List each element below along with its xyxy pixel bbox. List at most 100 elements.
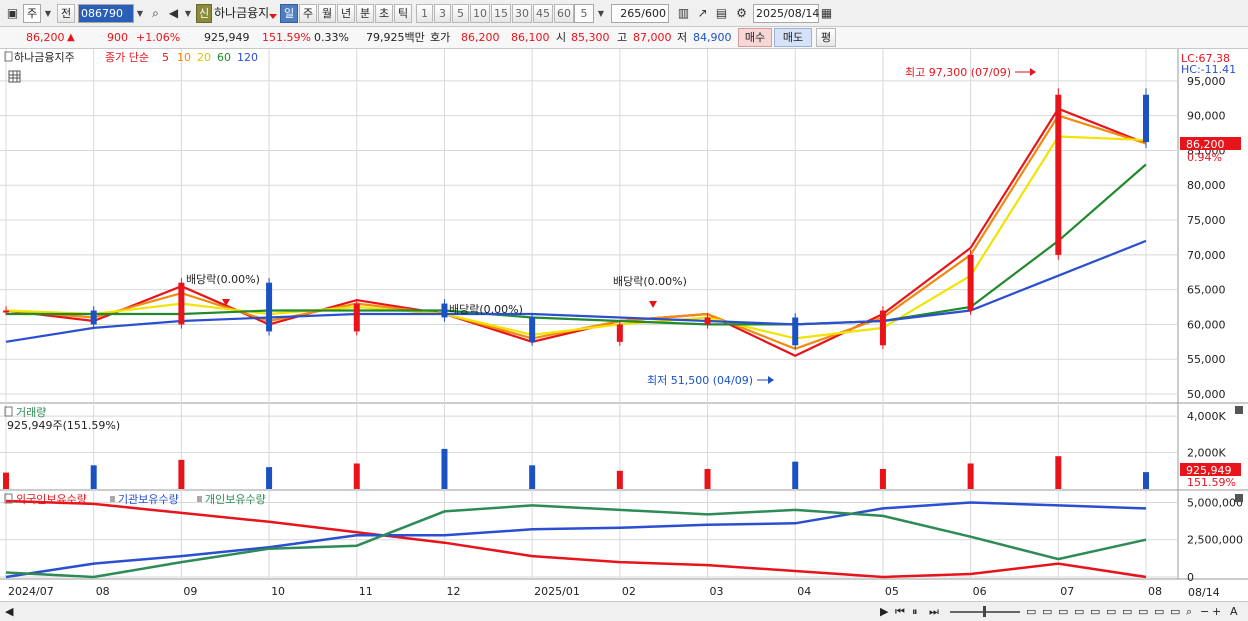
search-icon[interactable]: ⌕ [147, 5, 164, 22]
y-tick-label: 0 [1187, 571, 1194, 584]
layout-icon[interactable]: ▭ [1170, 605, 1180, 619]
panel-close-icon[interactable] [1235, 494, 1243, 502]
interval-5-button[interactable]: 5 [452, 4, 469, 23]
stock-code-input[interactable]: 086790 [78, 4, 134, 23]
interval-input[interactable]: 5 [574, 4, 594, 23]
price-panel-title[interactable]: 하나금융지주 [14, 50, 75, 64]
volume-bar [441, 448, 448, 489]
table-icon[interactable] [8, 70, 21, 83]
layout-icon[interactable]: ▭ [1042, 605, 1052, 619]
chevron-down-icon[interactable]: ▼ [133, 4, 147, 23]
market-type-select[interactable]: 주 [23, 4, 41, 23]
high-price: 87,000 [633, 31, 672, 44]
current-price: 86,200 [26, 31, 65, 44]
layout-icon[interactable]: ▭ [1138, 605, 1148, 619]
chevron-down-icon[interactable]: ▼ [41, 4, 55, 23]
volume-current-pct: 151.59% [1187, 476, 1236, 489]
prev-stock-button[interactable]: 전 [57, 4, 75, 23]
x-tick-label: 08 [1148, 585, 1162, 598]
low-price: 84,900 [693, 31, 732, 44]
sell-button[interactable]: 매도 [774, 28, 812, 47]
calendar-icon[interactable]: ▦ [818, 5, 835, 22]
speaker-icon[interactable]: ◀ [165, 5, 182, 22]
period-tick-button[interactable]: 틱 [394, 4, 412, 23]
x-tick-label: 10 [271, 585, 285, 598]
candle-body [879, 310, 886, 346]
scroll-right-icon[interactable]: ▶ [880, 605, 888, 619]
stock-name: 하나금융지 [214, 6, 270, 20]
count-current: 265 [620, 7, 642, 20]
hc-value: HC:-11.41 [1181, 63, 1236, 76]
x-tick-label: 08 [96, 585, 110, 598]
legend-foreign[interactable]: 외국인보유수량 [16, 493, 87, 506]
candle-body [967, 254, 974, 311]
price-change-pct: +1.06% [136, 31, 181, 44]
candle-body [616, 324, 623, 342]
x-axis-right-label: 08/14 [1188, 586, 1220, 599]
date-input[interactable]: 2025/08/14 [753, 4, 819, 23]
chevron-down-icon[interactable]: ▼ [594, 4, 608, 23]
font-size-icon[interactable]: A [1230, 605, 1238, 619]
pause-icon[interactable]: ⏸ [912, 605, 918, 619]
volume-bar [353, 463, 360, 489]
zoom-search-icon[interactable]: ⌕ [1186, 605, 1192, 619]
eval-button[interactable]: 평 [816, 28, 836, 47]
layout-icon[interactable]: ▭ [1058, 605, 1068, 619]
save-icon[interactable]: ▤ [713, 5, 730, 22]
interval-30-button[interactable]: 30 [512, 4, 532, 23]
zoom-in-icon[interactable]: + [1212, 605, 1221, 619]
x-tick-label: 06 [973, 585, 987, 598]
y-tick-label: 5,000,000 [1187, 496, 1243, 509]
volume-ratio: 151.59% [262, 31, 311, 44]
y-tick-label: 50,000 [1187, 388, 1226, 401]
y-tick-label: 95,000 [1187, 75, 1226, 88]
y-tick-label: 80,000 [1187, 179, 1226, 192]
gear-icon[interactable]: ⚙ [733, 5, 750, 22]
interval-15-button[interactable]: 15 [491, 4, 511, 23]
period-month-button[interactable]: 월 [318, 4, 336, 23]
drawing-tool-icon[interactable]: ↗ [694, 5, 711, 22]
trade-amount: 79,925백만 [366, 31, 425, 44]
layout-icon[interactable]: ▭ [1074, 605, 1084, 619]
period-week-button[interactable]: 주 [299, 4, 317, 23]
layout-icon[interactable]: ▭ [1122, 605, 1132, 619]
high-label: 고 [617, 31, 628, 44]
y-tick-label: 90,000 [1187, 110, 1226, 123]
period-second-button[interactable]: 초 [375, 4, 393, 23]
x-tick-label: 05 [885, 585, 899, 598]
bid-label: 호가 [430, 31, 451, 44]
scroll-end-icon[interactable]: ⏭ [929, 605, 939, 619]
chevron-down-icon[interactable]: ▼ [181, 4, 195, 23]
chart-scrollbar[interactable]: ◀ ▶ ⏮ ⏸ ⏭ ▭ ▭ ▭ ▭ ▭ ▭ ▭ ▭ ▭ ▭ ⌕ − + A [0, 601, 1248, 621]
period-day-button[interactable]: 일 [280, 4, 298, 23]
zoom-slider-handle[interactable] [983, 606, 986, 617]
legend-individual[interactable]: 개인보유수량 [205, 493, 266, 506]
layout-icon[interactable]: ▭ [1090, 605, 1100, 619]
ma-legend-20: 20 [197, 51, 211, 64]
layout-icon[interactable]: ▭ [1106, 605, 1116, 619]
scroll-start-icon[interactable]: ⏮ [895, 605, 905, 619]
panel-close-icon[interactable] [1235, 406, 1243, 414]
scroll-left-icon[interactable]: ◀ [5, 605, 13, 619]
period-minute-button[interactable]: 분 [356, 4, 374, 23]
interval-60-button[interactable]: 60 [554, 4, 574, 23]
volume-bar [616, 470, 623, 489]
interval-10-button[interactable]: 10 [470, 4, 490, 23]
window-menu-icon[interactable]: ▣ [4, 5, 21, 22]
layout-icon[interactable]: ▭ [1154, 605, 1164, 619]
zoom-out-icon[interactable]: − [1200, 605, 1209, 619]
volume-panel-title[interactable]: 거래량 [16, 406, 46, 419]
candle-body [529, 317, 536, 342]
candle-body [1143, 94, 1149, 143]
turnover-rate: 0.33% [314, 31, 349, 44]
candle-type-icon[interactable]: ▥ [675, 5, 692, 22]
buy-button[interactable]: 매수 [738, 28, 772, 47]
interval-1-button[interactable]: 1 [416, 4, 433, 23]
period-year-button[interactable]: 년 [337, 4, 355, 23]
stock-chart[interactable]: 95,00090,00085,00080,00075,00070,00065,0… [0, 49, 1248, 601]
count-field[interactable]: 265/600 [611, 4, 669, 23]
legend-institution[interactable]: 기관보유수량 [118, 493, 179, 506]
layout-icon[interactable]: ▭ [1026, 605, 1036, 619]
interval-45-button[interactable]: 45 [533, 4, 553, 23]
interval-3-button[interactable]: 3 [434, 4, 451, 23]
